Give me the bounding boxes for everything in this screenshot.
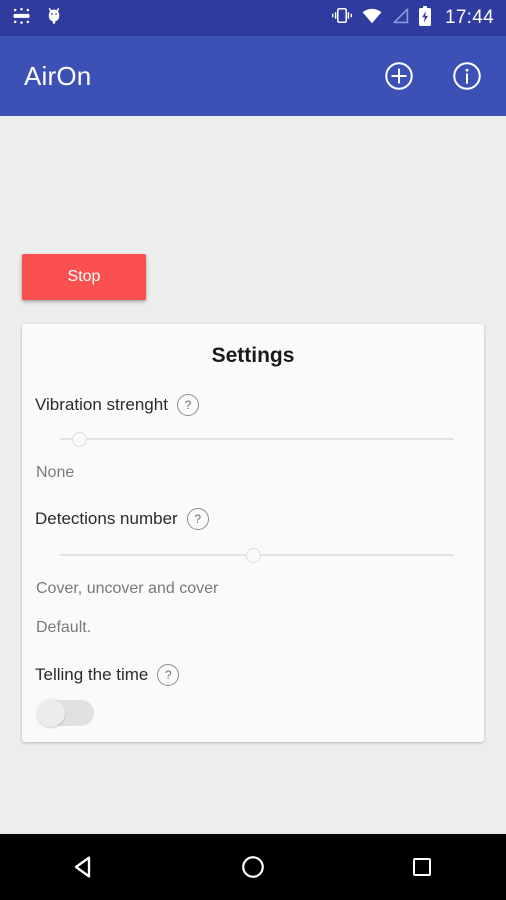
vibration-strength-label: Vibration strenght (35, 395, 168, 414)
settings-icon (12, 6, 31, 30)
vibration-slider-thumb[interactable] (72, 432, 87, 447)
detections-number-row: Detections number ? (35, 508, 209, 530)
status-bar-system-icons: 17:44 (331, 5, 494, 31)
status-bar-clock: 17:44 (444, 7, 494, 28)
detections-number-note: Default. (36, 619, 92, 636)
vibration-strength-row: Vibration strenght ? (35, 394, 199, 416)
app-title: AirOn (24, 60, 92, 91)
app-bar: AirOn (0, 36, 506, 116)
wifi-icon (362, 8, 382, 29)
vibration-slider-track[interactable] (60, 438, 454, 440)
vibrate-icon (331, 7, 353, 29)
android-nav-bar (0, 834, 506, 900)
status-bar: 17:44 (0, 0, 506, 36)
stop-button[interactable]: Stop (22, 254, 146, 300)
detections-help-icon[interactable]: ? (186, 508, 209, 530)
battery-charging-icon (418, 5, 432, 31)
detections-number-value: Cover, uncover and cover (36, 580, 219, 597)
telling-time-label: Telling the time (35, 665, 149, 684)
status-bar-notifications (12, 6, 63, 30)
detections-number-label: Detections number (35, 509, 178, 528)
telling-time-help-icon[interactable]: ? (157, 664, 180, 686)
signal-icon (391, 7, 409, 29)
telling-time-row: Telling the time ? (35, 664, 180, 686)
app-bar-actions (384, 61, 482, 91)
detections-number-slider[interactable] (60, 544, 454, 566)
vibration-help-icon[interactable]: ? (176, 394, 199, 416)
info-circle-icon[interactable] (452, 61, 482, 91)
back-button[interactable] (1, 852, 168, 882)
settings-card: Settings Vibration strenght ? None Detec… (22, 324, 484, 742)
telling-time-toggle[interactable] (37, 699, 94, 727)
vibration-strength-slider[interactable] (60, 428, 454, 450)
vibration-strength-value: None (36, 464, 75, 481)
phone-screen: 17:44 AirOn Stop Settings Vibration stre… (0, 0, 506, 900)
main-content: Stop Settings Vibration strenght ? None … (0, 116, 506, 834)
telling-time-toggle-knob[interactable] (37, 699, 65, 727)
home-button[interactable] (170, 854, 337, 880)
plus-circle-icon[interactable] (384, 61, 414, 91)
detections-slider-thumb[interactable] (246, 548, 261, 563)
recents-button[interactable] (338, 855, 505, 879)
android-bug-icon (45, 6, 63, 30)
settings-card-title: Settings (211, 344, 295, 367)
